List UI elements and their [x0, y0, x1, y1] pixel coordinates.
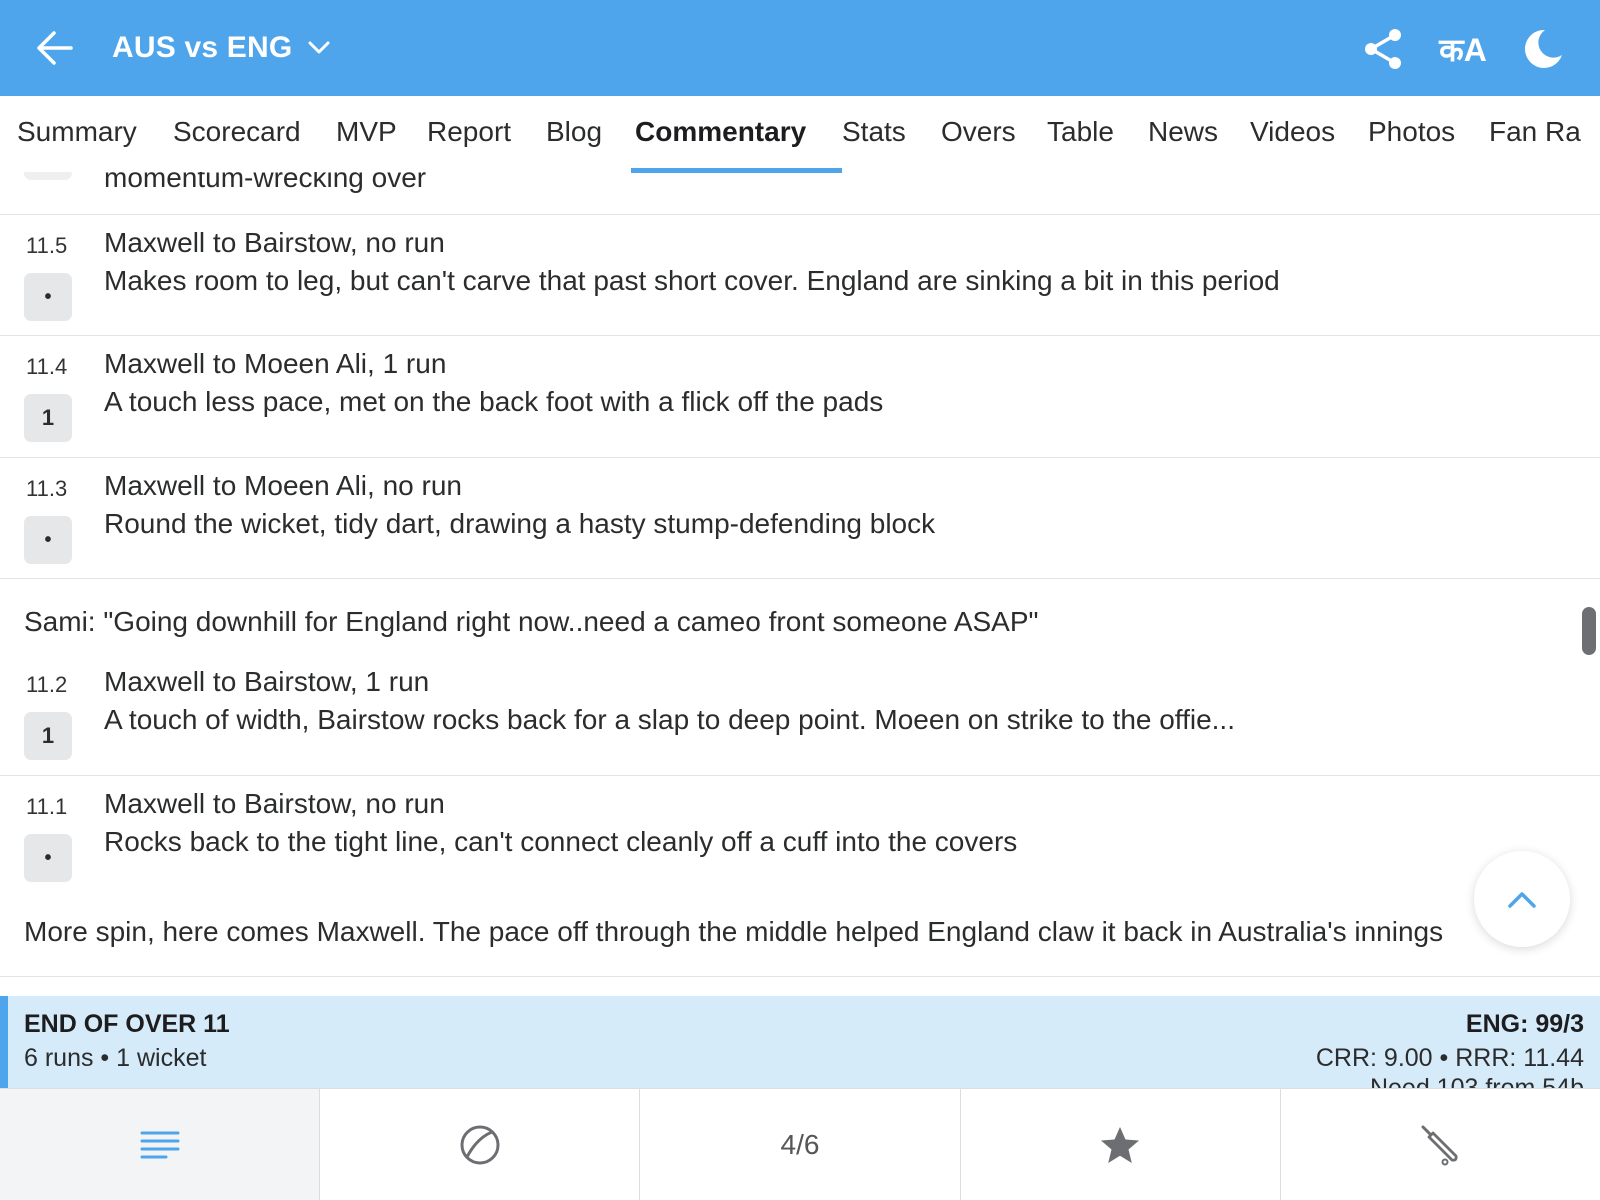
over-number: 11.5 [26, 233, 68, 258]
tab-photos[interactable]: Photos [1368, 116, 1455, 148]
over-number: 11.1 [26, 794, 68, 819]
ball-text: Rocks back to the tight line, can't conn… [104, 826, 1018, 857]
back-button[interactable] [32, 26, 78, 70]
share-icon [1365, 29, 1401, 69]
ball-title: Maxwell to Moeen Ali, no run [104, 470, 462, 501]
ball-title: Maxwell to Bairstow, 1 run [104, 666, 430, 697]
end-of-over-banner: END OF OVER 11 6 runs • 1 wicket ENG: 99… [0, 996, 1600, 1088]
tab-videos[interactable]: Videos [1250, 116, 1335, 148]
over-number: 11.3 [26, 476, 68, 501]
scrollbar-thumb[interactable] [1582, 607, 1596, 655]
ball-row[interactable]: 11.2 1 Maxwell to Bairstow, 1 run A touc… [0, 654, 1600, 776]
scroll-to-top-button[interactable] [1474, 851, 1570, 947]
fan-comment: Sami: "Going downhill for England right … [24, 606, 1039, 637]
ball-result-chip: • [24, 516, 72, 564]
over-number: 11.4 [26, 354, 68, 379]
over-number: 11.2 [26, 672, 68, 697]
commentary-note: More spin, here comes Maxwell. The pace … [24, 916, 1444, 947]
banner-accent [0, 996, 8, 1088]
boundaries-label: 4/6 [780, 1129, 820, 1160]
ball-result-chip: 1 [24, 394, 72, 442]
ball-row[interactable]: 11.3 • Maxwell to Moeen Ali, no run Roun… [0, 458, 1600, 580]
language-label: कA [1439, 31, 1487, 68]
tab-news[interactable]: News [1148, 116, 1218, 148]
tab-bar: Summary Scorecard MVP Report Blog Commen… [0, 96, 1600, 172]
team-score: ENG: 99/3 [1465, 1010, 1584, 1038]
ball-row[interactable]: 11.1 • Maxwell to Bairstow, no run Rocks… [0, 776, 1600, 898]
tab-summary[interactable]: Summary [17, 116, 137, 148]
chevron-down-icon [308, 41, 330, 54]
end-of-over-title: END OF OVER 11 [24, 1010, 230, 1038]
bottom-nav: 4/6 [0, 1088, 1600, 1200]
match-title: AUS vs ENG [112, 31, 293, 64]
target-need: Need 103 from 54b [1369, 1074, 1584, 1088]
ball-text: A touch of width, Bairstow rocks back fo… [104, 704, 1235, 735]
ball-text: A touch less pace, met on the back foot … [104, 386, 884, 417]
ball-result-chip: • [24, 834, 72, 882]
over-runs-summary: 6 runs • 1 wicket [24, 1044, 207, 1072]
arrow-left-icon [37, 31, 73, 65]
ball-row[interactable]: 11.5 • Maxwell to Bairstow, no run Makes… [0, 215, 1600, 337]
moon-icon [1524, 29, 1562, 68]
chevron-up-icon [1508, 892, 1536, 908]
tab-overs[interactable]: Overs [941, 116, 1016, 148]
nav-all-commentary[interactable] [0, 1089, 321, 1200]
ball-result-chip [24, 172, 72, 180]
ball-text: momentum-wrecking over [104, 172, 427, 193]
tab-stats[interactable]: Stats [842, 116, 906, 148]
nav-highlights-filter[interactable] [961, 1089, 1281, 1200]
tab-report[interactable]: Report [427, 116, 511, 148]
ball-result-chip: 1 [24, 712, 72, 760]
app-header: AUS vs ENG कA [0, 0, 1600, 96]
divider [0, 976, 1600, 977]
tab-scorecard[interactable]: Scorecard [173, 116, 301, 148]
run-rates: CRR: 9.00 • RRR: 11.44 [1315, 1044, 1584, 1072]
tab-fan-ratings[interactable]: Fan Ra [1489, 116, 1581, 148]
tab-table[interactable]: Table [1047, 116, 1114, 148]
ball-row[interactable]: 11.4 1 Maxwell to Moeen Ali, 1 run A tou… [0, 336, 1600, 458]
star-icon [1101, 1127, 1140, 1163]
ball-text: Round the wicket, tidy dart, drawing a h… [104, 508, 936, 539]
divider [0, 578, 1600, 579]
ball-title: Maxwell to Moeen Ali, 1 run [104, 348, 447, 379]
ball-result-chip: • [24, 273, 72, 321]
theme-toggle[interactable] [1518, 24, 1568, 74]
menu-lines-icon [140, 1131, 180, 1159]
share-button[interactable] [1358, 24, 1408, 74]
ball-text: Makes room to leg, but can't carve that … [104, 265, 1280, 296]
ball-title: Maxwell to Bairstow, no run [104, 227, 445, 258]
ball-icon [460, 1125, 500, 1165]
tab-commentary[interactable]: Commentary [635, 116, 806, 148]
match-selector[interactable]: AUS vs ENG [112, 28, 330, 68]
tab-blog[interactable]: Blog [546, 116, 602, 148]
nav-boundaries-filter[interactable]: 4/6 [640, 1089, 961, 1200]
language-toggle[interactable]: कA [1438, 24, 1488, 74]
cricket-bat-icon [1421, 1125, 1458, 1166]
tab-mvp[interactable]: MVP [336, 116, 397, 148]
nav-batting-filter[interactable] [1281, 1089, 1600, 1200]
nav-ball-filter[interactable] [320, 1089, 641, 1200]
commentary-feed[interactable]: momentum-wrecking over 11.5 • Maxwell to… [0, 172, 1600, 996]
ball-title: Maxwell to Bairstow, no run [104, 788, 445, 819]
